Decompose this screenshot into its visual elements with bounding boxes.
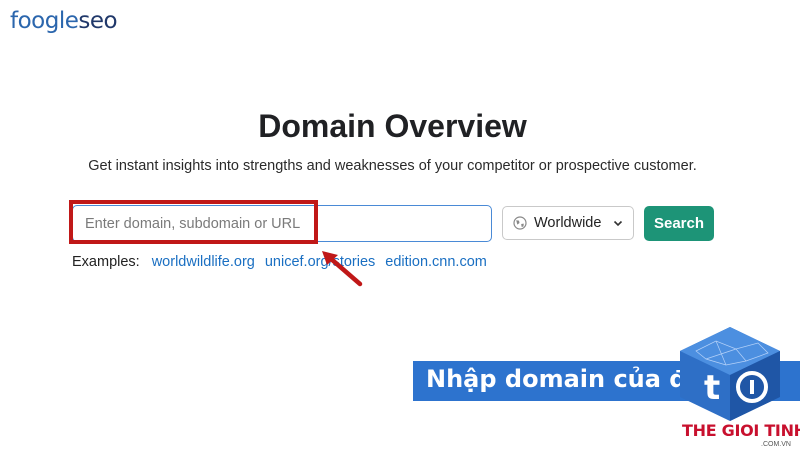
examples-row: Examples: worldwildlife.org unicef.org/s… bbox=[72, 254, 487, 270]
page-subtitle: Get instant insights into strengths and … bbox=[88, 158, 697, 174]
svg-text:t: t bbox=[704, 368, 720, 408]
watermark-domain: .COM.VN bbox=[761, 441, 791, 448]
watermark-logo-icon: t bbox=[680, 327, 780, 421]
globe-icon bbox=[513, 216, 527, 230]
search-input-container bbox=[72, 205, 492, 242]
example-link[interactable]: worldwildlife.org bbox=[152, 254, 255, 270]
search-button[interactable]: Search bbox=[644, 206, 714, 241]
pointer-arrow-icon bbox=[322, 251, 363, 287]
logo-brand: foogle bbox=[10, 8, 79, 34]
chevron-down-icon bbox=[613, 220, 623, 227]
region-value: Worldwide bbox=[534, 215, 602, 231]
domain-search-input[interactable] bbox=[73, 206, 491, 241]
example-link[interactable]: edition.cnn.com bbox=[385, 254, 487, 270]
logo-suffix: seo bbox=[78, 8, 118, 34]
region-dropdown[interactable]: Worldwide bbox=[502, 206, 634, 240]
page-title: Domain Overview bbox=[258, 108, 527, 144]
logo[interactable]: foogle seo bbox=[10, 6, 118, 36]
watermark-brand: THE GIOI TINHOC bbox=[682, 421, 800, 440]
examples-label: Examples: bbox=[72, 254, 140, 270]
